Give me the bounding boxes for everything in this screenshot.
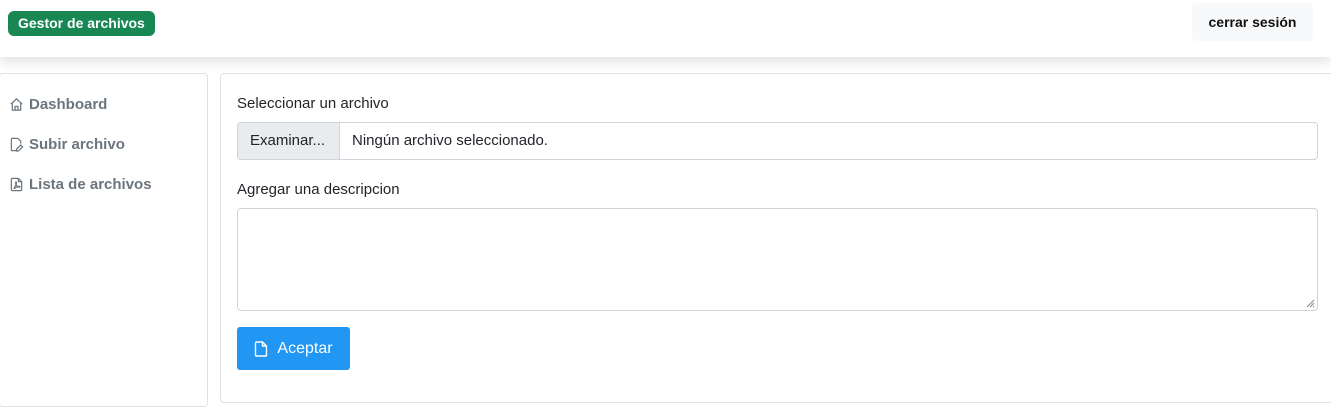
logout-button[interactable]: cerrar sesión [1192, 3, 1313, 41]
upload-form-panel: Seleccionar un archivo Examinar... Ningú… [220, 73, 1331, 403]
sidebar-item-upload[interactable]: Subir archivo [9, 134, 125, 154]
file-field-label: Seleccionar un archivo [237, 95, 389, 112]
resize-grip-icon[interactable] [1303, 296, 1315, 308]
sidebar-item-dashboard[interactable]: Dashboard [9, 94, 107, 114]
file-pdf-icon [9, 177, 24, 192]
submit-button[interactable]: Aceptar [237, 327, 350, 370]
brand-badge[interactable]: Gestor de archivos [8, 11, 155, 36]
description-textarea[interactable] [237, 208, 1318, 311]
sidebar-item-files[interactable]: Lista de archivos [9, 174, 152, 194]
description-field-label: Agregar una descripcion [237, 181, 400, 198]
sidebar-item-label: Dashboard [29, 95, 108, 113]
file-status-text: Ningún archivo seleccionado. [352, 132, 548, 149]
top-navbar: Gestor de archivos cerrar sesión [0, 0, 1331, 57]
file-icon [254, 340, 268, 357]
sidebar-item-label: Lista de archivos [29, 175, 152, 193]
sidebar-item-label: Subir archivo [29, 135, 125, 153]
browse-button[interactable]: Examinar... [238, 123, 340, 159]
house-icon [9, 97, 24, 112]
file-edit-icon [9, 137, 24, 152]
file-input[interactable]: Examinar... Ningún archivo seleccionado. [237, 122, 1318, 160]
sidebar: Dashboard Subir archivo Lista de archivo… [0, 73, 208, 407]
submit-label: Aceptar [277, 339, 333, 357]
